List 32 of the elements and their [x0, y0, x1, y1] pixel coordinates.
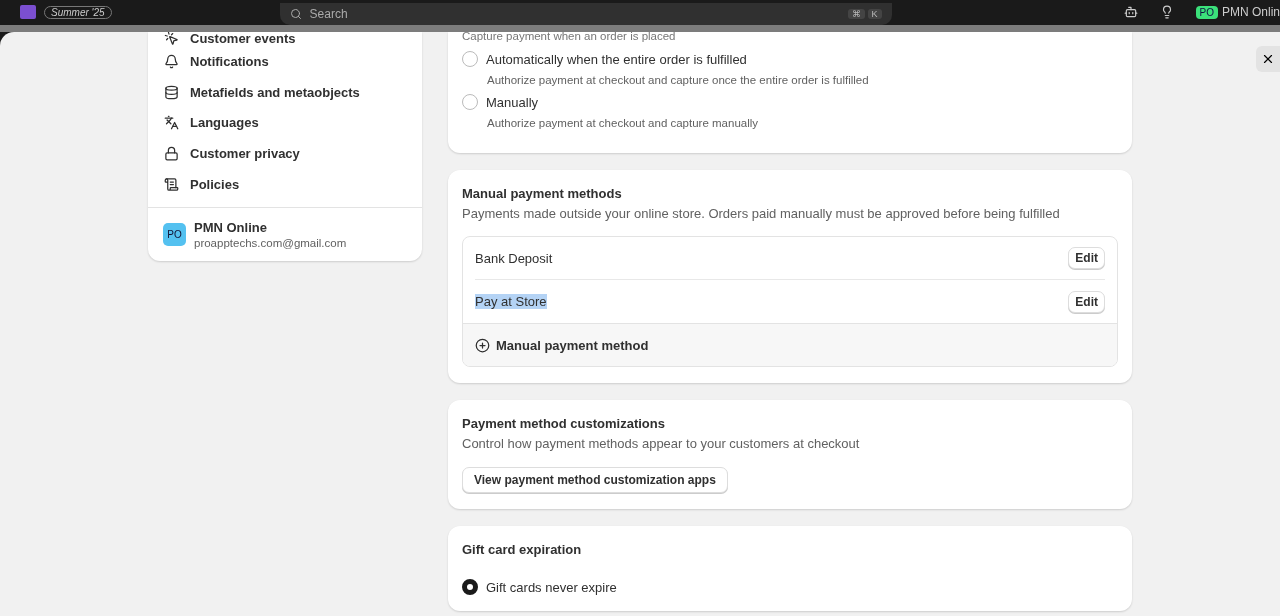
sidebar-item[interactable]: Metafields and metaobjects: [148, 76, 422, 108]
shortcut-key: ⌘: [847, 9, 865, 19]
sidebar-item[interactable]: Languages: [148, 107, 422, 139]
sidebar-item[interactable]: Notifications: [148, 46, 422, 77]
store-email: proapptechs.com@gmail.com: [194, 237, 347, 250]
search-field[interactable]: Search ⌘ K: [279, 3, 892, 25]
card-description: Control how payment methods appear to your customers at checkout: [462, 436, 861, 451]
method-name: Pay at Store: [475, 294, 547, 309]
sidebar-item[interactable]: Customer privacy: [148, 138, 422, 169]
edit-button[interactable]: Edit: [1068, 290, 1105, 313]
option-description: Authorize payment at checkout and capture manually: [487, 117, 760, 129]
option-label: Manually: [486, 94, 539, 110]
card-title: Payment method customizations: [462, 416, 666, 431]
sidebar-item[interactable]: Policies: [148, 168, 422, 200]
option-label: Automatically when the entire order is fulfilled: [486, 51, 747, 67]
sidebar-item[interactable]: Customer events: [148, 32, 422, 46]
view-apps-button[interactable]: View payment method customization apps: [462, 467, 728, 493]
card-title: Gift card expiration: [462, 542, 583, 557]
edit-button[interactable]: Edit: [1068, 247, 1105, 269]
add-method-button[interactable]: Manual payment method: [463, 323, 1117, 366]
card-description: Payments made outside your online store. Orders paid manually must be approved before being fulfilled: [462, 206, 1061, 221]
account-avatar[interactable]: PO: [1195, 5, 1218, 19]
search-placeholder: Search: [309, 7, 348, 21]
card-title: Manual payment methods: [462, 186, 623, 201]
option-description: Authorize payment at checkout and capture once the entire order is fulfilled: [487, 74, 870, 86]
account-name[interactable]: PMN Onlin: [1222, 5, 1280, 19]
method-name: Bank Deposit: [475, 250, 553, 266]
option-label: Gift cards never expire: [486, 579, 617, 595]
store-name: PMN Online: [194, 220, 268, 236]
store-avatar: PO: [163, 223, 186, 247]
shortcut-key: K: [867, 9, 882, 19]
option-description: Capture payment when an order is placed: [462, 32, 677, 42]
